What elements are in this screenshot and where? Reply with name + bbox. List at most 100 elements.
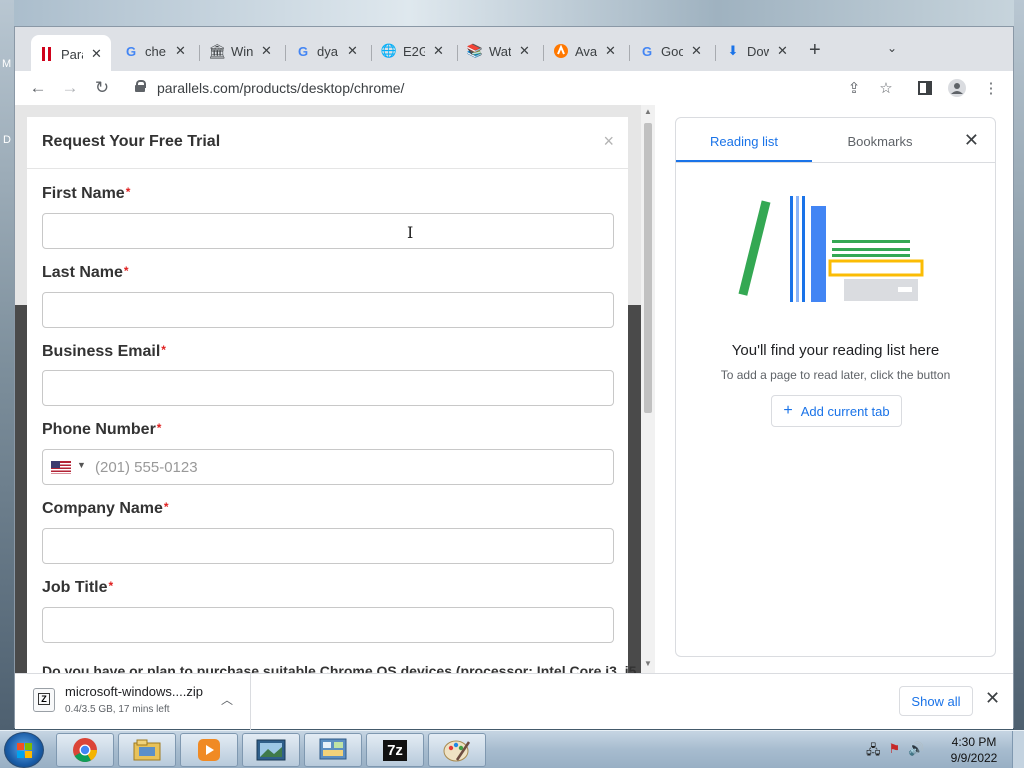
side-panel: Reading list Bookmarks ✕ You'll find you… bbox=[675, 117, 996, 657]
download-filename: microsoft-windows....zip bbox=[65, 684, 203, 699]
download-item[interactable]: Z microsoft-windows....zip 0.4/3.5 GB, 1… bbox=[15, 674, 251, 730]
download-bar-close-icon[interactable]: ✕ bbox=[985, 688, 1000, 709]
tab-parallels[interactable]: Para ✕ bbox=[31, 35, 111, 73]
modal-close-icon[interactable]: × bbox=[603, 131, 614, 152]
book-icon: 📚 bbox=[466, 43, 484, 58]
company-name-input[interactable] bbox=[42, 528, 614, 564]
control-panel-icon[interactable] bbox=[304, 733, 362, 767]
share-icon[interactable]: ⇪ bbox=[844, 78, 864, 98]
scroll-up-icon[interactable]: ▲ bbox=[644, 107, 652, 116]
show-all-button[interactable]: Show all bbox=[899, 686, 973, 716]
desktop-wallpaper-left: M D bbox=[0, 0, 14, 730]
tab-google[interactable]: G Goo ✕ bbox=[631, 37, 713, 65]
chevron-up-icon[interactable]: ︿ bbox=[221, 691, 233, 708]
tab-title: Win bbox=[231, 43, 253, 59]
tab-e2g[interactable]: 🌐 E2G ✕ bbox=[373, 37, 455, 65]
tab-close-icon[interactable]: ✕ bbox=[433, 43, 444, 59]
tab-close-icon[interactable]: ✕ bbox=[777, 43, 788, 59]
address-bar[interactable]: parallels.com/products/desktop/chrome/ bbox=[119, 74, 833, 102]
text-cursor-icon: I bbox=[407, 223, 414, 242]
tab-bookmarks[interactable]: Bookmarks bbox=[812, 118, 948, 162]
tab-search-chevron-icon[interactable]: ⌄ bbox=[887, 41, 897, 55]
paint-icon[interactable] bbox=[428, 733, 486, 767]
tab-reading-list[interactable]: Reading list bbox=[676, 118, 812, 162]
side-panel-icon[interactable] bbox=[915, 78, 935, 98]
country-dropdown-caret-icon[interactable]: ▼ bbox=[77, 460, 86, 470]
tab-title: dya bbox=[317, 43, 338, 59]
add-current-tab-button[interactable]: + Add current tab bbox=[771, 395, 902, 427]
job-title-input[interactable] bbox=[42, 607, 614, 643]
reload-icon[interactable]: ↻ bbox=[91, 77, 113, 99]
volume-icon[interactable]: 🔊 bbox=[908, 741, 924, 763]
media-player-icon[interactable] bbox=[180, 733, 238, 767]
action-center-flag-icon[interactable]: ⚑ bbox=[889, 741, 901, 763]
forward-arrow-icon[interactable]: → bbox=[59, 77, 81, 99]
network-icon[interactable]: 🖧 bbox=[866, 741, 881, 763]
business-email-input[interactable] bbox=[42, 370, 614, 406]
clock-date: 9/9/2022 bbox=[950, 751, 998, 765]
scroll-down-icon[interactable]: ▼ bbox=[644, 659, 652, 668]
web-page: Request Your Free Trial × First Name* La… bbox=[15, 105, 655, 673]
last-name-input[interactable] bbox=[42, 292, 614, 328]
clock[interactable]: 4:30 PM 9/9/2022 bbox=[944, 734, 1004, 766]
desktop-letter: D bbox=[3, 134, 11, 146]
modal-title: Request Your Free Trial bbox=[42, 133, 221, 150]
back-arrow-icon[interactable]: ← bbox=[27, 77, 49, 99]
content-area: Request Your Free Trial × First Name* La… bbox=[15, 105, 1013, 673]
tab-close-icon[interactable]: ✕ bbox=[605, 43, 616, 59]
tab-google[interactable]: G che ✕ bbox=[115, 37, 197, 65]
company-name-label: Company Name* bbox=[42, 500, 169, 517]
system-tray: 🖧 ⚑ 🔊 bbox=[866, 741, 924, 763]
page-scrollbar[interactable]: ▲ ▼ bbox=[641, 105, 655, 673]
google-icon: G bbox=[641, 43, 653, 59]
last-name-label: Last Name* bbox=[42, 264, 129, 281]
tab-title: Goo bbox=[661, 43, 683, 59]
museum-icon: 🏛 bbox=[208, 42, 226, 59]
phone-placeholder: (201) 555-0123 bbox=[95, 459, 198, 476]
taskbar: 7z 🖧 ⚑ 🔊 4:30 PM 9/9/2022 bbox=[0, 730, 1024, 768]
tab-close-icon[interactable]: ✕ bbox=[347, 43, 358, 59]
browser-window: – ❐ ✕ Para ✕ G che ✕ 🏛 Win ✕ G dya ✕ 🌐 E… bbox=[14, 26, 1014, 730]
tab-close-icon[interactable]: ✕ bbox=[519, 43, 530, 59]
bookmark-star-icon[interactable]: ☆ bbox=[876, 78, 896, 98]
new-tab-button[interactable]: + bbox=[809, 39, 821, 62]
first-name-label: First Name* bbox=[42, 185, 131, 202]
tab-title: Wat bbox=[489, 43, 511, 59]
tab-title: Ava bbox=[575, 43, 597, 59]
menu-kebab-icon[interactable]: ⋮ bbox=[981, 78, 1001, 98]
business-email-label: Business Email* bbox=[42, 343, 166, 360]
tab-title: che bbox=[145, 43, 166, 59]
chrome-icon[interactable] bbox=[56, 733, 114, 767]
profile-avatar-icon[interactable] bbox=[947, 78, 967, 98]
tab-wiki[interactable]: 🏛 Win ✕ bbox=[201, 37, 283, 65]
download-icon: ⬇ bbox=[727, 43, 739, 58]
plus-icon: + bbox=[783, 402, 793, 419]
photo-viewer-icon[interactable] bbox=[242, 733, 300, 767]
tab-google[interactable]: G dya ✕ bbox=[287, 37, 369, 65]
clock-time: 4:30 PM bbox=[951, 735, 997, 749]
show-desktop-button[interactable] bbox=[1012, 731, 1024, 768]
tab-close-icon[interactable]: ✕ bbox=[691, 43, 702, 59]
toolbar: ← → ↻ parallels.com/products/desktop/chr… bbox=[15, 71, 1013, 105]
7zip-icon[interactable]: 7z bbox=[366, 733, 424, 767]
tab-close-icon[interactable]: ✕ bbox=[175, 43, 186, 59]
tab-close-icon[interactable]: ✕ bbox=[91, 46, 102, 62]
start-button[interactable] bbox=[4, 732, 44, 768]
google-icon: G bbox=[297, 43, 309, 59]
tab-avast[interactable]: Ava ✕ bbox=[545, 37, 627, 65]
tab-wat[interactable]: 📚 Wat ✕ bbox=[459, 37, 541, 65]
first-name-input[interactable] bbox=[42, 213, 614, 249]
desktop-wallpaper-right bbox=[1014, 0, 1024, 730]
phone-number-input[interactable]: ▼ (201) 555-0123 bbox=[42, 449, 614, 485]
url-text[interactable]: parallels.com/products/desktop/chrome/ bbox=[157, 80, 404, 96]
reading-list-illustration bbox=[738, 196, 924, 302]
us-flag-icon[interactable] bbox=[51, 461, 71, 474]
job-title-label: Job Title* bbox=[42, 579, 114, 596]
tab-downloads[interactable]: ⬇ Dow ✕ bbox=[717, 37, 799, 65]
tab-strip: Para ✕ G che ✕ 🏛 Win ✕ G dya ✕ 🌐 E2G ✕ 📚 bbox=[15, 27, 1013, 73]
tab-close-icon[interactable]: ✕ bbox=[261, 43, 272, 59]
tab-title: Para bbox=[61, 46, 83, 62]
scroll-thumb[interactable] bbox=[644, 123, 652, 413]
explorer-icon[interactable] bbox=[118, 733, 176, 767]
side-panel-close-icon[interactable]: ✕ bbox=[964, 130, 979, 151]
